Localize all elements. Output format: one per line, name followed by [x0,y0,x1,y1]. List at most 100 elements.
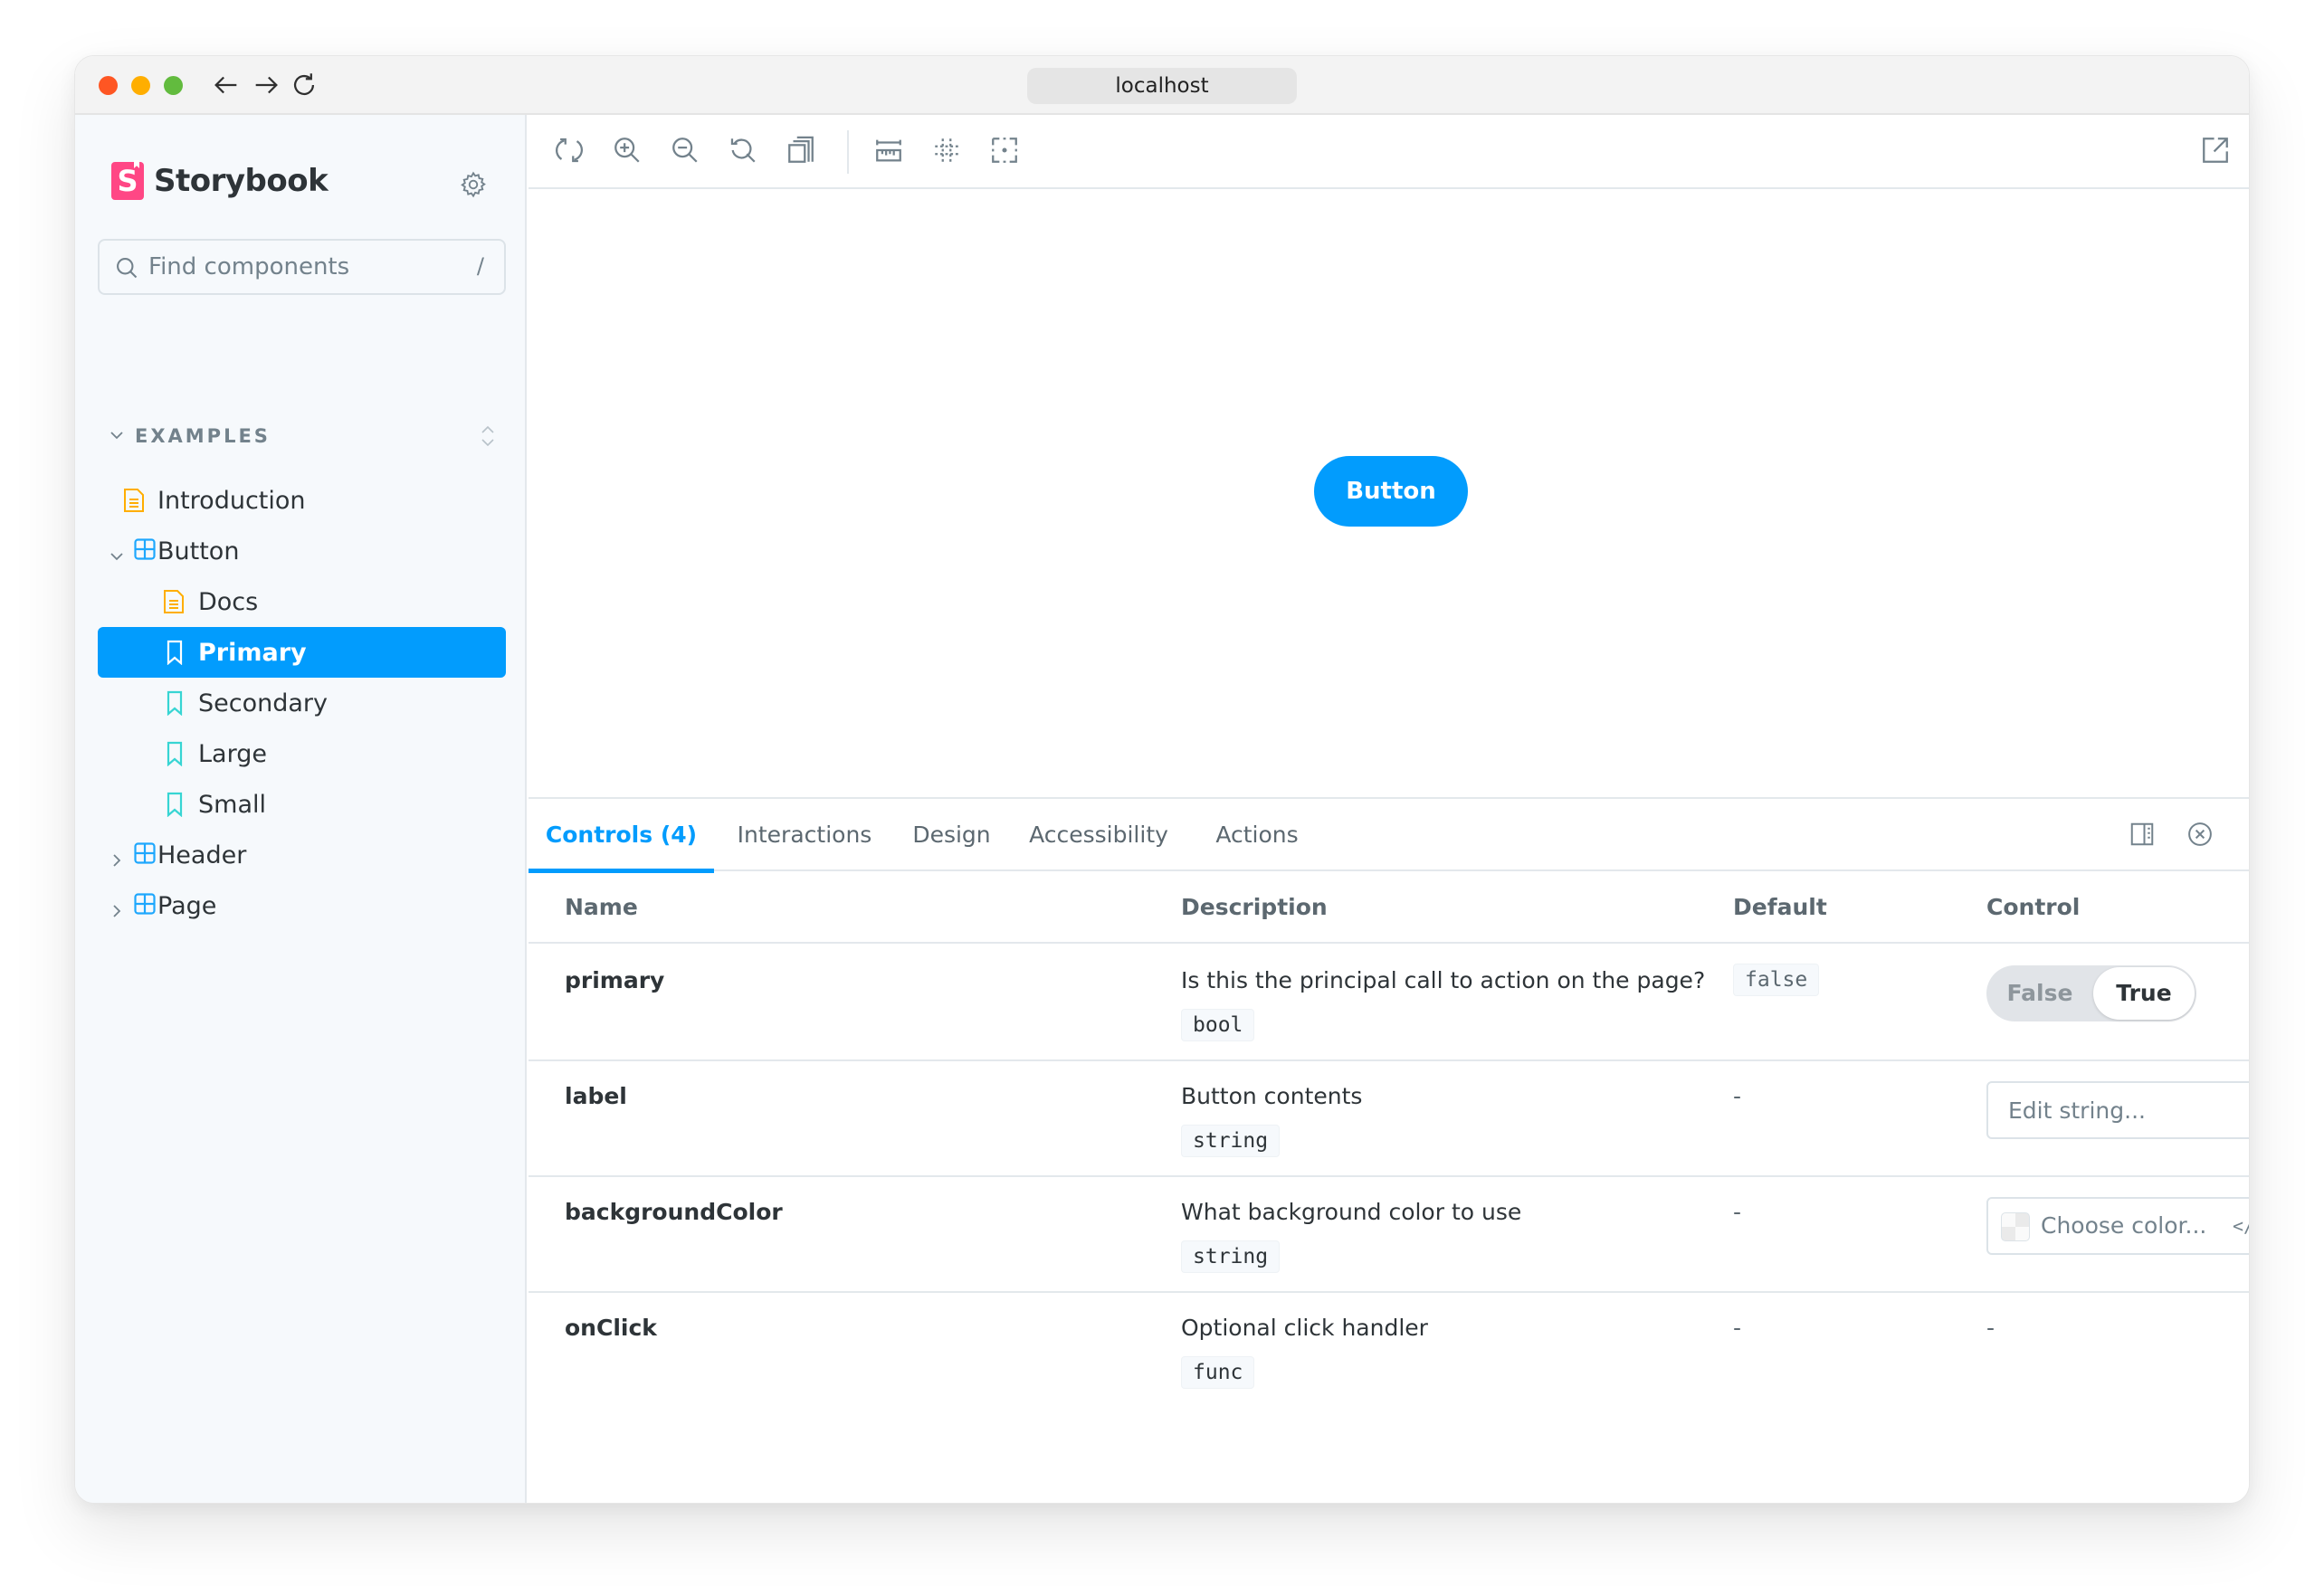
back-arrow-icon[interactable] [211,69,242,101]
story-preview-canvas: Button [529,189,2249,797]
prop-description: Optional click handler [1181,1315,1428,1341]
search-box: / [98,239,506,295]
prop-name: onClick [565,1315,657,1341]
remount-icon[interactable] [554,135,585,166]
document-icon [163,589,185,614]
column-header-default: Default [1733,894,1827,920]
close-window-button[interactable] [99,76,118,95]
tree-item-label: Header [157,841,247,869]
no-control: - [1986,1315,1995,1341]
tree-item-header[interactable]: Header [98,830,506,880]
tree-item-small[interactable]: Small [98,779,506,830]
tree-item-label: Page [157,891,217,920]
tree-item-large[interactable]: Large [98,728,506,779]
close-panel-icon[interactable] [2186,821,2214,848]
outline-icon[interactable] [989,135,1020,166]
prop-name: backgroundColor [565,1199,783,1225]
table-row-backgroundcolor: backgroundColor What background color to… [529,1177,2249,1293]
prop-default: - [1733,1083,1742,1109]
color-swatch[interactable] [2001,1212,2030,1241]
storybook-logo[interactable]: S Storybook [111,162,329,200]
browser-titlebar: localhost [75,56,2249,115]
prop-type: string [1181,1125,1281,1157]
bookmark-icon [167,640,188,666]
table-row-onclick: onClick Optional click handler func - - [529,1293,2249,1409]
measure-icon[interactable] [873,135,904,166]
tree-item-primary[interactable]: Primary [98,627,506,678]
search-input[interactable] [148,241,447,293]
tab-design[interactable]: Design [895,799,1008,871]
section-examples[interactable]: EXAMPLES [108,423,497,450]
prop-description: Button contents [1181,1083,1363,1109]
controls-table-header: Name Description Default Control [529,871,2249,944]
prop-type: bool [1181,1009,1255,1041]
prop-default: - [1733,1199,1742,1225]
tree-item-label: Large [198,739,267,768]
tree-item-secondary[interactable]: Secondary [98,678,506,728]
preview-toolbar [529,115,2249,189]
table-row-label: label Button contents string - [529,1061,2249,1177]
chevron-right-icon [109,898,125,917]
chevron-right-icon [109,847,125,867]
column-header-control: Control [1986,894,2081,920]
browser-window: localhost S Storybook / EXAMPLES [74,55,2250,1504]
tree-item-button[interactable]: Button [98,526,506,576]
color-picker-input[interactable]: Choose color... </> [1986,1197,2249,1255]
component-icon [134,538,156,564]
tree-item-label: Secondary [198,689,328,717]
grid-icon[interactable] [931,135,962,166]
prop-name: primary [565,967,665,993]
minimize-window-button[interactable] [131,76,150,95]
document-icon [123,488,145,513]
toggle-option-false[interactable]: False [1986,965,2093,1021]
addons-tabbar: Controls (4) Interactions Design Accessi… [529,799,2249,873]
column-header-name: Name [565,894,638,920]
gear-icon[interactable] [459,170,488,199]
preview-primary-button[interactable]: Button [1314,456,1468,527]
boolean-toggle[interactable]: False True [1986,965,2196,1021]
tab-accessibility[interactable]: Accessibility [1008,799,1189,871]
addons-panel: Controls (4) Interactions Design Accessi… [529,797,2249,1503]
toggle-option-true[interactable]: True [2093,967,2195,1020]
brand-name: Storybook [154,163,329,199]
section-title: EXAMPLES [135,425,271,447]
chevron-down-icon [109,543,125,561]
tab-controls[interactable]: Controls (4) [529,799,714,873]
bookmark-icon [167,792,188,818]
storybook-logo-icon: S [111,162,144,200]
tree-item-label: Small [198,790,266,819]
tab-interactions[interactable]: Interactions [714,799,895,871]
prop-type: func [1181,1356,1255,1389]
zoom-reset-icon[interactable] [728,135,758,166]
zoom-in-icon[interactable] [612,135,643,166]
panel-orientation-icon[interactable] [2129,821,2156,848]
maximize-window-button[interactable] [164,76,183,95]
search-icon [114,255,139,280]
code-icon[interactable]: </> [2233,1215,2249,1237]
tree-item-introduction[interactable]: Introduction [98,475,506,526]
chevron-down-icon [108,426,126,444]
tree-item-page[interactable]: Page [98,880,506,931]
sidebar: S Storybook / EXAMPLES [75,115,527,1503]
tree-item-docs[interactable]: Docs [98,576,506,627]
open-in-new-tab-icon[interactable] [2200,135,2231,166]
bookmark-icon [167,741,188,767]
tab-actions[interactable]: Actions [1189,799,1325,871]
background-icon[interactable] [786,135,816,166]
column-header-description: Description [1181,894,1328,920]
forward-arrow-icon[interactable] [251,69,281,101]
zoom-out-icon[interactable] [670,135,700,166]
address-bar[interactable]: localhost [1027,68,1297,104]
bookmark-icon [167,690,188,717]
component-icon [134,893,156,918]
prop-default: - [1733,1315,1742,1341]
expand-collapse-all-icon[interactable] [479,423,497,450]
tree-item-label: Introduction [157,486,306,515]
prop-description: What background color to use [1181,1199,1522,1225]
reload-icon[interactable] [289,69,319,101]
search-shortcut-hint: / [476,253,484,279]
component-icon [134,842,156,868]
table-row-primary: primary Is this the principal call to ac… [529,945,2249,1061]
label-text-input[interactable] [1986,1081,2249,1139]
prop-description: Is this the principal call to action on … [1181,967,1706,993]
